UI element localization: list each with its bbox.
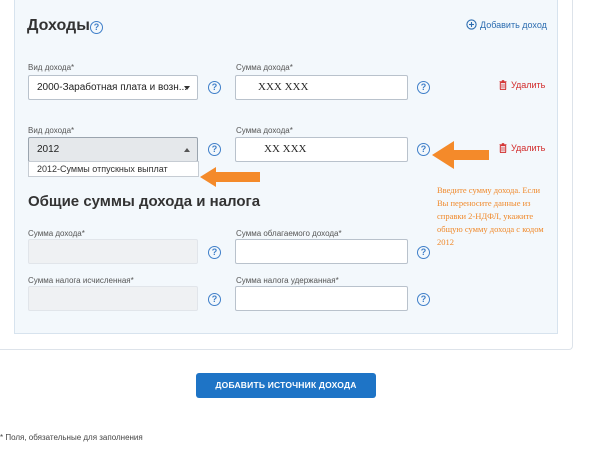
required-fields-note: * Поля, обязательные для заполнения (0, 433, 143, 442)
total-income-field (28, 239, 198, 264)
taxable-income-label: Сумма облагаемого дохода* (236, 229, 342, 238)
income-type-label-2: Вид дохода* (28, 126, 75, 135)
income-amount-label: Сумма дохода* (236, 63, 293, 72)
tax-withheld-input[interactable] (235, 286, 408, 311)
add-income-label: Добавить доход (480, 19, 547, 30)
total-income-label: Сумма дохода* (28, 229, 85, 238)
income-type-help-icon[interactable]: ? (208, 81, 221, 94)
income-type-select[interactable]: 2000-Заработная плата и возн... (28, 75, 198, 100)
taxable-income-help-icon[interactable]: ? (417, 246, 430, 259)
income-amount-help-icon-2[interactable]: ? (417, 143, 430, 156)
add-income-link[interactable]: Добавить доход (466, 19, 547, 30)
arrow-to-option-icon (200, 167, 260, 187)
income-type-value: 2000-Заработная плата и возн... (37, 82, 188, 93)
income-type-help-icon-2[interactable]: ? (208, 143, 221, 156)
delete-label-2: Удалить (511, 143, 546, 153)
income-amount-help-icon[interactable]: ? (417, 81, 430, 94)
chevron-up-icon (184, 148, 190, 152)
trash-icon (499, 143, 507, 153)
tax-calculated-help-icon[interactable]: ? (208, 293, 221, 306)
trash-icon (499, 80, 507, 90)
income-amount-input[interactable]: ХХХ ХХХ (235, 75, 408, 100)
income-section-title: Доходы (27, 17, 90, 34)
plus-circle-icon (466, 19, 477, 30)
annotation-note: Введите сумму дохода. Если Вы переносите… (437, 185, 544, 247)
income-amount-label-2: Сумма дохода* (236, 126, 293, 135)
tax-withheld-label: Сумма налога удержанная* (236, 276, 339, 285)
totals-section-title: Общие суммы дохода и налога (28, 193, 261, 210)
tax-withheld-help-icon[interactable]: ? (417, 293, 430, 306)
add-income-source-button[interactable]: ДОБАВИТЬ ИСТОЧНИК ДОХОДА (196, 373, 376, 398)
income-type-value-2: 2012 (37, 144, 60, 155)
income-help-icon[interactable]: ? (90, 21, 103, 34)
income-type-label: Вид дохода* (28, 63, 75, 72)
delete-income-button[interactable]: Удалить (499, 80, 545, 90)
arrow-to-amount-icon (432, 141, 489, 169)
taxable-income-input[interactable] (235, 239, 408, 264)
delete-income-button-2[interactable]: Удалить (499, 143, 545, 153)
chevron-down-icon (184, 86, 190, 90)
delete-label: Удалить (511, 80, 546, 90)
income-type-select-2[interactable]: 2012 (28, 137, 198, 162)
tax-calculated-field (28, 286, 198, 311)
dropdown-option[interactable]: 2012-Суммы отпускных выплат (28, 161, 199, 177)
total-income-help-icon[interactable]: ? (208, 246, 221, 259)
tax-calculated-label: Сумма налога исчисленная* (28, 276, 134, 285)
income-amount-input-2[interactable]: ХХ ХХХ (235, 137, 408, 162)
